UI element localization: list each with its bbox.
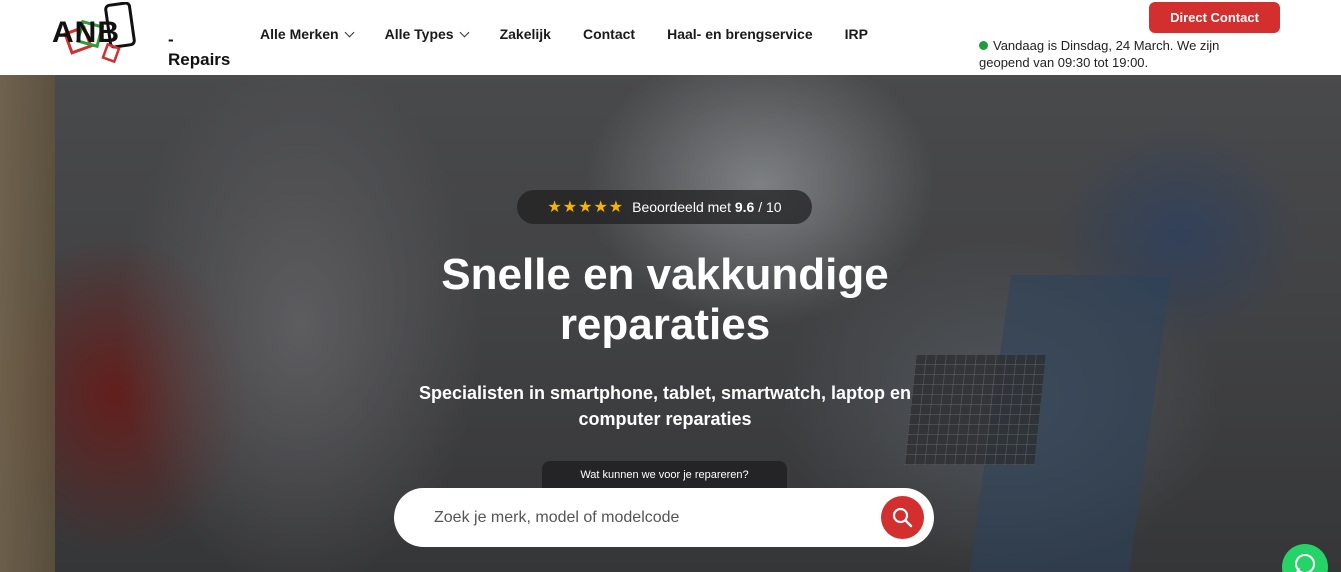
nav-item-irp[interactable]: IRP — [845, 26, 868, 42]
hero-title: Snelle en vakkundige reparaties — [441, 250, 889, 349]
chevron-down-icon — [459, 27, 470, 37]
nav-item-contact[interactable]: Contact — [583, 26, 635, 42]
search-button[interactable] — [881, 496, 924, 539]
search-icon — [892, 507, 913, 528]
chevron-down-icon — [344, 27, 355, 37]
whatsapp-icon — [1295, 554, 1315, 572]
hero: ★★★★★ Beoordeeld met 9.6 / 10 Snelle en … — [0, 75, 1341, 572]
rating-badge: ★★★★★ Beoordeeld met 9.6 / 10 — [517, 190, 812, 224]
search-input[interactable] — [434, 488, 854, 547]
nav-item-label: Contact — [582, 26, 636, 42]
main-nav: Alle Merken Alle Types Zakelijk Contact … — [260, 26, 900, 42]
rating-stars-icon: ★★★★★ — [547, 199, 625, 216]
direct-contact-button[interactable]: Direct Contact — [1149, 2, 1280, 33]
nav-item-haal-en-brengservice[interactable]: Haal- en brengservice — [667, 26, 813, 42]
hero-subtitle: Specialisten in smartphone, tablet, smar… — [418, 383, 912, 429]
nav-item-label: Zakelijk — [499, 26, 551, 42]
logo[interactable]: ANB -Repairs — [50, 1, 231, 74]
logo-suffix: -Repairs — [168, 30, 231, 69]
nav-item-alle-types[interactable]: Alle Types — [384, 26, 470, 42]
rating-suffix: / 10 — [758, 199, 782, 215]
logo-letters: ANB — [52, 16, 120, 49]
rating-value: 9.6 — [734, 199, 755, 215]
opening-status-text: Vandaag is Dinsdag, 24 March. We zijn ge… — [979, 38, 1220, 70]
nav-item-label: IRP — [844, 26, 868, 42]
nav-item-label: Haal- en brengservice — [667, 26, 813, 42]
nav-item-label: Alle Merken — [260, 26, 339, 42]
nav-item-zakelijk[interactable]: Zakelijk — [500, 26, 551, 42]
opening-status: Vandaag is Dinsdag, 24 March. We zijn ge… — [979, 37, 1249, 71]
nav-item-label: Alle Types — [384, 26, 454, 42]
search-label: Wat kunnen we voor je repareren? — [542, 461, 787, 489]
rating-prefix: Beoordeeld met — [632, 199, 731, 215]
search-bar — [394, 488, 934, 547]
open-status-dot-icon — [979, 41, 988, 50]
site-header: ANB -Repairs Alle Merken Alle Types Zake… — [0, 0, 1341, 75]
nav-item-alle-merken[interactable]: Alle Merken — [260, 26, 355, 42]
